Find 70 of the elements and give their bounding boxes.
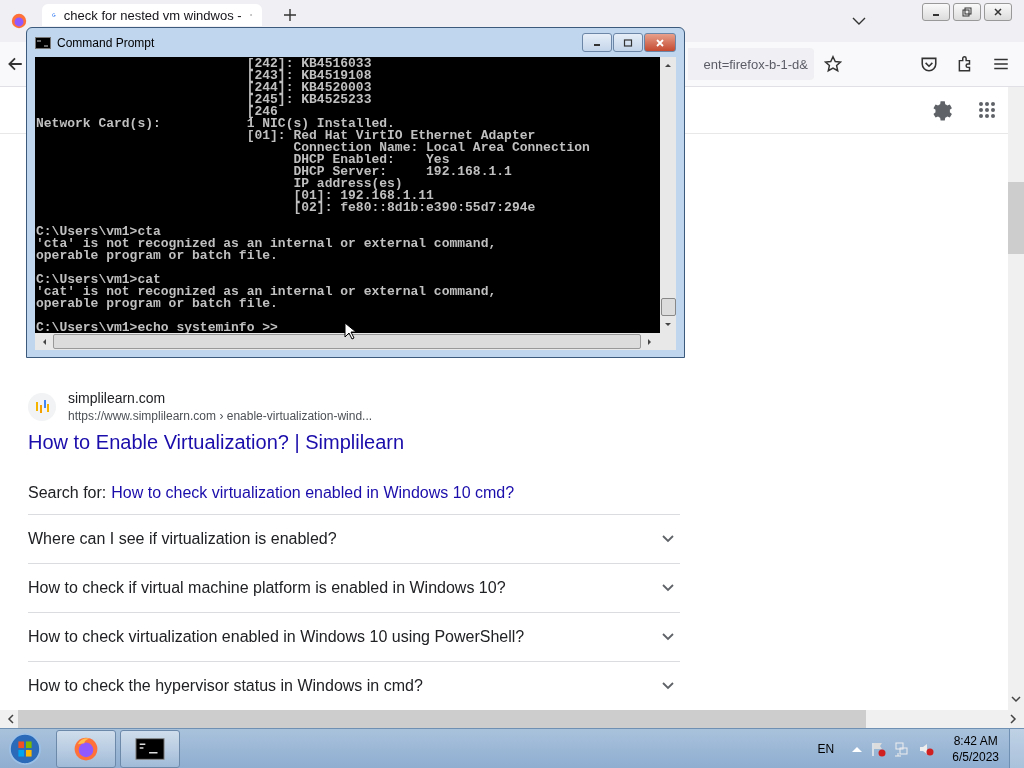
terminal-taskbar-button[interactable] xyxy=(120,730,180,768)
console-line: [02]: fe80::8d1b:e390:55d7:294e xyxy=(292,202,536,214)
console-line: [01]: Red Hat VirtIO Ethernet Adapter xyxy=(245,130,536,142)
minimize-icon xyxy=(594,44,600,46)
question-item[interactable]: How to check virtualization enabled in Windows 10 using PowerShell? xyxy=(28,612,680,661)
console-line: 'cta' is not recognized as an internal or external command, xyxy=(36,238,497,250)
pocket-icon[interactable] xyxy=(920,55,938,73)
minimize-button[interactable] xyxy=(922,3,950,21)
firefox-icon[interactable] xyxy=(10,12,28,30)
vertical-scrollbar[interactable] xyxy=(1008,87,1024,710)
console-line: Network Card(s): 1 NIC(s) Installed. xyxy=(36,118,395,130)
console-line: [01]: 192.168.1.11 xyxy=(292,190,434,202)
new-tab-icon[interactable] xyxy=(284,9,296,21)
console-line: DHCP Server: 192.168.1.1 xyxy=(292,166,512,178)
scroll-thumb[interactable] xyxy=(660,298,676,316)
close-button[interactable] xyxy=(984,3,1012,21)
question-item[interactable]: How to check if virtual machine platform is enabled in Windows 10? xyxy=(28,563,680,612)
console-icon xyxy=(35,36,51,49)
window-title: Command Prompt xyxy=(57,35,155,50)
console-line: operable program or batch file. xyxy=(36,298,278,310)
maximize-icon xyxy=(623,37,633,48)
site-favicon-icon xyxy=(28,392,56,421)
console-line: [243]: KB4519108 xyxy=(245,70,372,82)
search-for-label: Search for: xyxy=(28,484,107,502)
muted-speaker-icon[interactable] xyxy=(918,741,935,757)
console-line: [244]: KB4520003 xyxy=(245,82,372,94)
back-icon[interactable] xyxy=(6,55,24,73)
console-line: operable program or batch file. xyxy=(36,250,278,262)
language-indicator[interactable]: EN xyxy=(817,742,835,756)
console-line: DHCP Enabled: Yes xyxy=(292,154,450,166)
scroll-right-icon[interactable] xyxy=(1008,714,1018,724)
console-line: C:\Users\vm1>echo systeminfo >> xyxy=(36,322,278,334)
console-line: [242]: KB4516033 xyxy=(245,58,372,70)
clock-date: 6/5/2023 xyxy=(952,750,999,764)
console-line: [245]: KB4525233 xyxy=(245,94,372,106)
horizontal-scrollbar[interactable] xyxy=(0,710,1024,728)
maximize-button[interactable] xyxy=(613,33,643,52)
scroll-thumb[interactable] xyxy=(18,710,866,728)
console-line: IP address(es) xyxy=(292,178,403,190)
clock[interactable]: 8:42 AM 6/5/2023 xyxy=(952,734,999,764)
console-line: 'cat' is not recognized as an internal or external command, xyxy=(36,286,497,298)
flag-icon[interactable] xyxy=(870,741,887,757)
console-line: [246 xyxy=(245,106,278,118)
site-name: simplilearn.com xyxy=(68,390,167,406)
star-icon[interactable] xyxy=(824,55,842,73)
terminal-icon xyxy=(135,736,165,762)
scroll-thumb[interactable] xyxy=(53,334,641,349)
scroll-thumb[interactable] xyxy=(1008,182,1024,254)
apps-grid-icon[interactable] xyxy=(978,101,996,119)
address-bar[interactable]: ent=firefox-b-1-d& xyxy=(688,48,814,80)
result-url: https://www.simplilearn.com › enable-virtualization-wind... xyxy=(68,409,373,423)
console-line: C:\Users\vm1>cta xyxy=(36,226,161,238)
minimize-button[interactable] xyxy=(582,33,612,52)
close-icon xyxy=(993,7,1003,17)
console-line: Connection Name: Local Area Connection xyxy=(292,142,590,154)
browser-tab[interactable]: check for nested vm windwos - xyxy=(42,4,262,26)
console-line: C:\Users\vm1>cat xyxy=(36,274,161,286)
scroll-left-icon[interactable] xyxy=(6,714,16,724)
result-title-link[interactable]: How to Enable Virtualization? | Simplilearn xyxy=(28,431,405,454)
close-icon xyxy=(655,37,665,48)
restore-icon xyxy=(962,7,972,17)
minimize-icon xyxy=(933,13,939,16)
clock-time: 8:42 AM xyxy=(953,734,998,748)
search-for-link[interactable]: How to check virtualization enabled in Windows 10 cmd? xyxy=(111,484,515,502)
console-vertical-scrollbar[interactable] xyxy=(660,57,676,333)
question-item[interactable]: Where can I see if virtualization is enabled? xyxy=(28,514,680,563)
tab-list-icon[interactable] xyxy=(852,17,866,25)
console-horizontal-scrollbar[interactable] xyxy=(35,333,676,350)
restore-button[interactable] xyxy=(953,3,981,21)
scroll-down-icon[interactable] xyxy=(1011,694,1021,704)
